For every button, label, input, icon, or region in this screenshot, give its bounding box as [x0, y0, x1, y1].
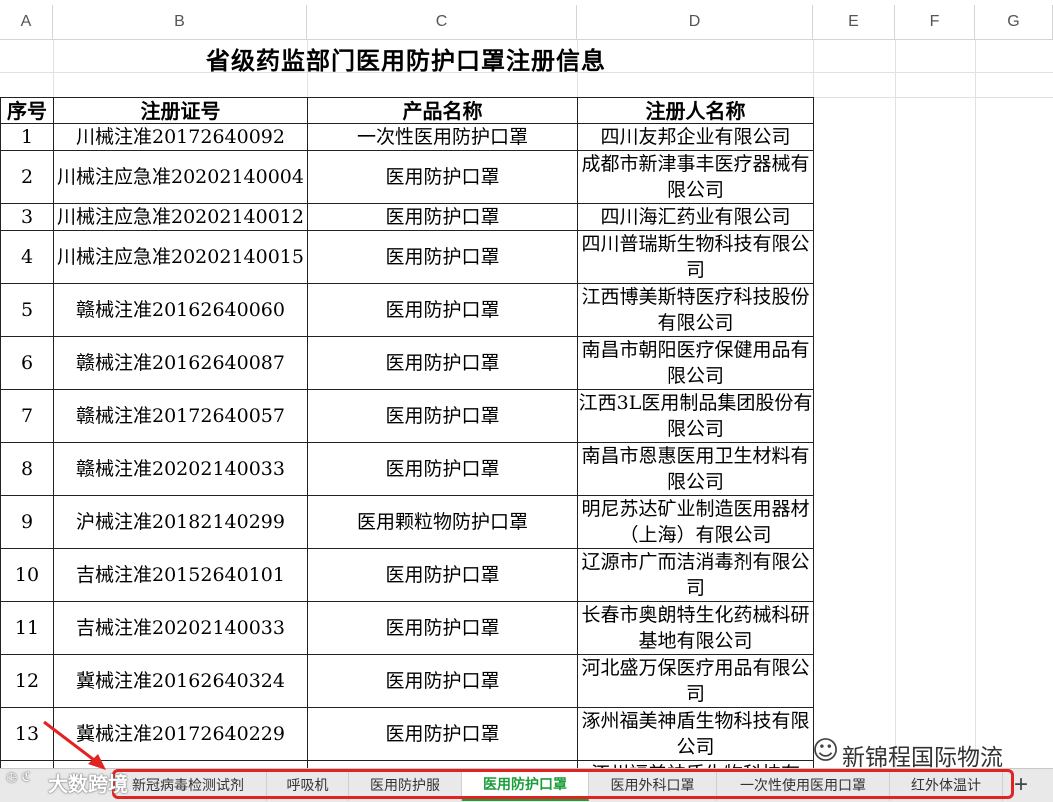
- cell-product-name[interactable]: 医用防护口罩: [307, 654, 578, 708]
- cell-reg-number[interactable]: 川械注应急准20202140015: [53, 230, 308, 284]
- cell-product-name[interactable]: 医用防护口罩: [307, 707, 578, 761]
- cell-no[interactable]: 8: [0, 442, 54, 496]
- tab-ventilator[interactable]: 呼吸机: [267, 769, 349, 801]
- cell-reg-number[interactable]: 沪械注准20182140299: [53, 495, 308, 549]
- table-row: 11 吉械注准20202140033 医用防护口罩 长春市奥朗特生化药械科研基地有限公…: [0, 601, 814, 655]
- table-row: 6 赣械注准20162640087 医用防护口罩 南昌市朝阳医疗保健用品有限公司: [0, 336, 814, 390]
- cell-company-name[interactable]: 四川普瑞斯生物科技有限公司: [577, 230, 814, 284]
- cell-reg-number[interactable]: 川械注应急准20202140004: [53, 150, 308, 204]
- wechat-icon: ☺: [812, 736, 840, 766]
- cell-no[interactable]: 1: [0, 123, 54, 151]
- watermark-logo-icon: ◷ ℭ: [6, 770, 31, 785]
- cell-reg-number[interactable]: 川械注准20172640092: [53, 123, 308, 151]
- watermark-left: 大数跨境: [48, 772, 128, 796]
- table-row: 2 川械注应急准20202140004 医用防护口罩 成都市新津事丰医疗器械有限公司: [0, 150, 814, 204]
- cell-company-name[interactable]: 南昌市恩惠医用卫生材料有限公司: [577, 442, 814, 496]
- cell-product-name[interactable]: 一次性医用防护口罩: [307, 123, 578, 151]
- gridline: [895, 40, 896, 769]
- red-arrow-annotation: [43, 720, 106, 770]
- column-header-d[interactable]: D: [577, 5, 813, 40]
- cell-company-name[interactable]: 四川海汇药业有限公司: [577, 203, 814, 231]
- column-header-c[interactable]: C: [307, 5, 577, 40]
- table-row: 5 赣械注准20162640060 医用防护口罩 江西博美斯特医疗科技股份有限公司: [0, 283, 814, 337]
- tab-surgical-mask[interactable]: 医用外科口罩: [589, 769, 717, 801]
- cell-product-name[interactable]: 医用防护口罩: [307, 203, 578, 231]
- cell-company-name[interactable]: 江西博美斯特医疗科技股份有限公司: [577, 283, 814, 337]
- column-header-g[interactable]: G: [975, 5, 1053, 40]
- tab-disposable-mask[interactable]: 一次性使用医用口罩: [717, 769, 890, 801]
- cell-product-name[interactable]: 医用防护口罩: [307, 283, 578, 337]
- cell-product-name[interactable]: 医用防护口罩: [307, 389, 578, 443]
- tab-protective-suit[interactable]: 医用防护服: [349, 769, 462, 801]
- column-header-e[interactable]: E: [813, 5, 895, 40]
- cell-no[interactable]: 11: [0, 601, 54, 655]
- column-header-b[interactable]: B: [53, 5, 307, 40]
- cell-company-name[interactable]: 明尼苏达矿业制造医用器材（上海）有限公司: [577, 495, 814, 549]
- cell-product-name[interactable]: 医用防护口罩: [307, 150, 578, 204]
- table-row: 13 冀械注准20172640229 医用防护口罩 涿州福美神盾生物科技有限公司: [0, 707, 814, 761]
- cell-no[interactable]: 7: [0, 389, 54, 443]
- header-cell-reg[interactable]: 注册证号: [53, 97, 308, 124]
- table-row: 3 川械注应急准20202140012 医用防护口罩 四川海汇药业有限公司: [0, 203, 814, 231]
- cell-reg-number[interactable]: 赣械注准20162640060: [53, 283, 308, 337]
- add-sheet-button[interactable]: +: [1006, 769, 1036, 801]
- column-header-f[interactable]: F: [895, 5, 975, 40]
- cell-company-name[interactable]: 长春市奥朗特生化药械科研基地有限公司: [577, 601, 814, 655]
- cell-reg-number[interactable]: 赣械注准20172640057: [53, 389, 308, 443]
- cell-no[interactable]: 10: [0, 548, 54, 602]
- cell-no[interactable]: 9: [0, 495, 54, 549]
- table-row: 1 川械注准20172640092 一次性医用防护口罩 四川友邦企业有限公司: [0, 123, 814, 151]
- tab-infrared-thermometer[interactable]: 红外体温计: [890, 769, 1003, 801]
- cell-product-name[interactable]: 医用防护口罩: [307, 442, 578, 496]
- cell-reg-number[interactable]: 吉械注准20152640101: [53, 548, 308, 602]
- cell-no[interactable]: 12: [0, 654, 54, 708]
- cell-product-name[interactable]: 医用防护口罩: [307, 336, 578, 390]
- cell-company-name[interactable]: 四川友邦企业有限公司: [577, 123, 814, 151]
- cell-company-name[interactable]: 辽源市广而洁消毒剂有限公司: [577, 548, 814, 602]
- watermark-right: 新锦程国际物流: [842, 745, 1003, 771]
- cell-product-name[interactable]: 医用防护口罩: [307, 548, 578, 602]
- cell-reg-number[interactable]: 赣械注准20202140033: [53, 442, 308, 496]
- cell-company-name[interactable]: 成都市新津事丰医疗器械有限公司: [577, 150, 814, 204]
- sheet-tab-bar: 新冠病毒检测试剂 呼吸机 医用防护服 医用防护口罩 医用外科口罩 一次性使用医用…: [0, 768, 1053, 802]
- cell-reg-number[interactable]: 吉械注准20202140033: [53, 601, 308, 655]
- registration-table: 序号 注册证号 产品名称 注册人名称 1 川械注准20172640092 一次性医用…: [0, 97, 814, 801]
- cell-company-name[interactable]: 江西3L医用制品集团股份有限公司: [577, 389, 814, 443]
- cell-no[interactable]: 6: [0, 336, 54, 390]
- cell-product-name[interactable]: 医用防护口罩: [307, 230, 578, 284]
- header-cell-company[interactable]: 注册人名称: [577, 97, 814, 124]
- cell-reg-number[interactable]: 赣械注准20162640087: [53, 336, 308, 390]
- cell-company-name[interactable]: 南昌市朝阳医疗保健用品有限公司: [577, 336, 814, 390]
- table-row: 10 吉械注准20152640101 医用防护口罩 辽源市广而洁消毒剂有限公司: [0, 548, 814, 602]
- gridline: [975, 40, 976, 769]
- table-row: 7 赣械注准20172640057 医用防护口罩 江西3L医用制品集团股份有限公司: [0, 389, 814, 443]
- table-row: 8 赣械注准20202140033 医用防护口罩 南昌市恩惠医用卫生材料有限公司: [0, 442, 814, 496]
- table-row: 4 川械注应急准20202140015 医用防护口罩 四川普瑞斯生物科技有限公司: [0, 230, 814, 284]
- cell-reg-number[interactable]: 川械注应急准20202140012: [53, 203, 308, 231]
- table-row: 12 冀械注准20162640324 医用防护口罩 河北盛万保医疗用品有限公司: [0, 654, 814, 708]
- cell-no[interactable]: 2: [0, 150, 54, 204]
- cell-no[interactable]: 5: [0, 283, 54, 337]
- column-header-bar: A B C D E F G: [0, 0, 1053, 40]
- cell-reg-number[interactable]: 冀械注准20162640324: [53, 654, 308, 708]
- header-row: 序号 注册证号 产品名称 注册人名称: [0, 97, 814, 124]
- cell-no[interactable]: 3: [0, 203, 54, 231]
- cell-company-name[interactable]: 河北盛万保医疗用品有限公司: [577, 654, 814, 708]
- tab-covid-test-reagent[interactable]: 新冠病毒检测试剂: [110, 769, 267, 801]
- cell-product-name[interactable]: 医用防护口罩: [307, 601, 578, 655]
- cell-no[interactable]: 4: [0, 230, 54, 284]
- sheet-title[interactable]: 省级药监部门医用防护口罩注册信息: [0, 40, 812, 76]
- header-cell-product[interactable]: 产品名称: [307, 97, 578, 124]
- cell-product-name[interactable]: 医用颗粒物防护口罩: [307, 495, 578, 549]
- tab-protective-mask[interactable]: 医用防护口罩: [462, 769, 589, 801]
- table-row: 9 沪械注准20182140299 医用颗粒物防护口罩 明尼苏达矿业制造医用器材（上海…: [0, 495, 814, 549]
- column-header-a[interactable]: A: [0, 5, 53, 40]
- cell-company-name[interactable]: 涿州福美神盾生物科技有限公司: [577, 707, 814, 761]
- header-cell-no[interactable]: 序号: [0, 97, 54, 124]
